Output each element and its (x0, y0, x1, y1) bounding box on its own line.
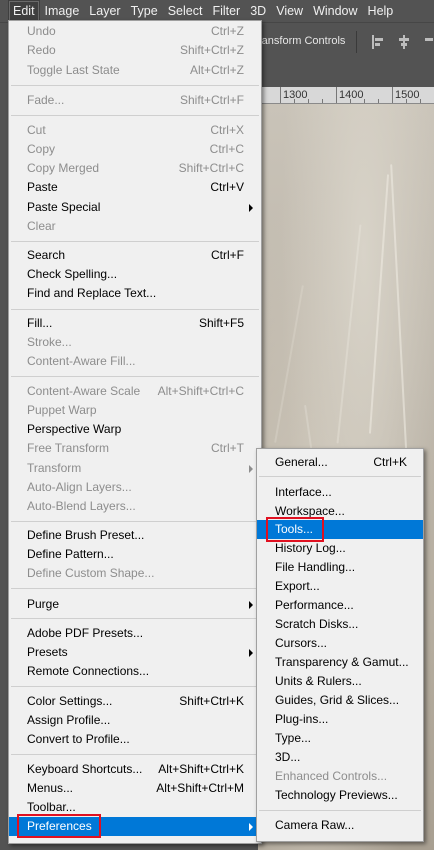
menu-item-auto-align-layers[interactable]: Auto-Align Layers... (9, 478, 261, 497)
pref-item-units-rulers[interactable]: Units & Rulers... (257, 672, 423, 691)
align-horizontal-center-icon[interactable] (397, 35, 411, 49)
menu-divider (11, 85, 259, 86)
align-left-icon[interactable] (372, 35, 386, 49)
pref-item-transparency-gamut[interactable]: Transparency & Gamut... (257, 653, 423, 672)
menu-item-paste[interactable]: Paste Ctrl+V (9, 178, 261, 197)
menu-item-transform[interactable]: Transform (9, 459, 261, 478)
menu-image[interactable]: Image (40, 0, 85, 22)
menu-divider (11, 115, 259, 116)
preferences-submenu: General... Ctrl+K Interface... Workspace.… (256, 448, 424, 842)
pref-item-performance[interactable]: Performance... (257, 596, 423, 615)
menu-item-search[interactable]: Search Ctrl+F (9, 246, 261, 265)
menu-item-auto-blend-layers[interactable]: Auto-Blend Layers... (9, 497, 261, 516)
menu-item-assign-profile[interactable]: Assign Profile... (9, 711, 261, 730)
menu-divider (11, 376, 259, 377)
menu-view[interactable]: View (271, 0, 308, 22)
menu-item-copy-merged[interactable]: Copy Merged Shift+Ctrl+C (9, 159, 261, 178)
pref-item-enhanced-controls[interactable]: Enhanced Controls... (257, 767, 423, 786)
pref-item-history-log[interactable]: History Log... (257, 539, 423, 558)
menu-item-keyboard-shortcuts[interactable]: Keyboard Shortcuts... Alt+Shift+Ctrl+K (9, 760, 261, 779)
pref-item-plug-ins[interactable]: Plug-ins... (257, 710, 423, 729)
align-right-icon[interactable] (422, 35, 434, 49)
submenu-arrow-icon (249, 823, 253, 831)
menu-item-menus[interactable]: Menus... Alt+Shift+Ctrl+M (9, 779, 261, 798)
menu-item-convert-to-profile[interactable]: Convert to Profile... (9, 730, 261, 749)
menu-item-free-transform[interactable]: Free Transform Ctrl+T (9, 439, 261, 458)
pref-item-camera-raw[interactable]: Camera Raw... (257, 816, 423, 835)
pref-item-file-handling[interactable]: File Handling... (257, 558, 423, 577)
menu-divider (11, 241, 259, 242)
menu-item-adobe-pdf-presets[interactable]: Adobe PDF Presets... (9, 624, 261, 643)
menu-divider (11, 521, 259, 522)
pref-item-general[interactable]: General... Ctrl+K (257, 453, 423, 472)
menu-item-define-pattern[interactable]: Define Pattern... (9, 545, 261, 564)
pref-item-guides-grid-slices[interactable]: Guides, Grid & Slices... (257, 691, 423, 710)
menu-item-color-settings[interactable]: Color Settings... Shift+Ctrl+K (9, 692, 261, 711)
menu-item-content-aware-fill[interactable]: Content-Aware Fill... (9, 352, 261, 371)
menu-item-purge[interactable]: Purge (9, 595, 261, 614)
menu-item-content-aware-scale[interactable]: Content-Aware Scale Alt+Shift+Ctrl+C (9, 382, 261, 401)
pref-item-3d[interactable]: 3D... (257, 748, 423, 767)
menu-divider (11, 754, 259, 755)
menu-item-toolbar[interactable]: Toolbar... (9, 798, 261, 817)
pref-item-cursors[interactable]: Cursors... (257, 634, 423, 653)
menu-divider (11, 309, 259, 310)
menu-item-toggle-last-state[interactable]: Toggle Last State Alt+Ctrl+Z (9, 61, 261, 80)
menu-item-copy[interactable]: Copy Ctrl+C (9, 140, 261, 159)
menu-divider (259, 476, 421, 477)
menu-filter[interactable]: Filter (207, 0, 245, 22)
submenu-arrow-icon (249, 465, 253, 473)
options-divider (356, 31, 357, 53)
menu-divider (11, 686, 259, 687)
menu-item-find-replace-text[interactable]: Find and Replace Text... (9, 284, 261, 303)
menu-item-fill[interactable]: Fill... Shift+F5 (9, 314, 261, 333)
pref-item-workspace[interactable]: Workspace... (257, 502, 423, 521)
menu-item-presets[interactable]: Presets (9, 643, 261, 662)
menu-item-cut[interactable]: Cut Ctrl+X (9, 121, 261, 140)
menu-item-puppet-warp[interactable]: Puppet Warp (9, 401, 261, 420)
pref-item-type[interactable]: Type... (257, 729, 423, 748)
submenu-arrow-icon (249, 601, 253, 609)
menu-divider (11, 618, 259, 619)
menu-item-clear[interactable]: Clear (9, 217, 261, 236)
pref-item-interface[interactable]: Interface... (257, 483, 423, 502)
menu-type[interactable]: Type (126, 0, 163, 22)
menu-layer[interactable]: Layer (84, 0, 125, 22)
submenu-arrow-icon (249, 204, 253, 212)
menu-item-remote-connections[interactable]: Remote Connections... (9, 662, 261, 681)
menu-help[interactable]: Help (363, 0, 399, 22)
menu-item-check-spelling[interactable]: Check Spelling... (9, 265, 261, 284)
menu-item-preferences[interactable]: Preferences (9, 817, 261, 836)
menu-divider (259, 810, 421, 811)
menu-divider (11, 588, 259, 589)
menu-item-define-custom-shape[interactable]: Define Custom Shape... (9, 564, 261, 583)
menu-3d[interactable]: 3D (245, 0, 271, 22)
menu-item-undo[interactable]: Undo Ctrl+Z (9, 22, 261, 41)
edit-menu: Undo Ctrl+Z Redo Shift+Ctrl+Z Toggle Last … (8, 20, 262, 844)
menu-item-paste-special[interactable]: Paste Special (9, 198, 261, 217)
menu-item-stroke[interactable]: Stroke... (9, 333, 261, 352)
menu-item-redo[interactable]: Redo Shift+Ctrl+Z (9, 41, 261, 60)
submenu-arrow-icon (249, 649, 253, 657)
show-transform-controls-label[interactable]: ransform Controls (258, 35, 345, 47)
pref-item-tools[interactable]: Tools... (257, 520, 423, 539)
menu-window[interactable]: Window (308, 0, 362, 22)
menu-item-fade[interactable]: Fade... Shift+Ctrl+F (9, 91, 261, 110)
pref-item-technology-previews[interactable]: Technology Previews... (257, 786, 423, 805)
pref-item-scratch-disks[interactable]: Scratch Disks... (257, 615, 423, 634)
menu-bar: Edit Image Layer Type Select Filter 3D V… (0, 0, 434, 22)
horizontal-ruler: 1300 1400 1500 (258, 87, 434, 104)
menu-item-perspective-warp[interactable]: Perspective Warp (9, 420, 261, 439)
menu-item-define-brush-preset[interactable]: Define Brush Preset... (9, 526, 261, 545)
pref-item-export[interactable]: Export... (257, 577, 423, 596)
menu-edit[interactable]: Edit (8, 0, 40, 22)
menu-select[interactable]: Select (163, 0, 208, 22)
